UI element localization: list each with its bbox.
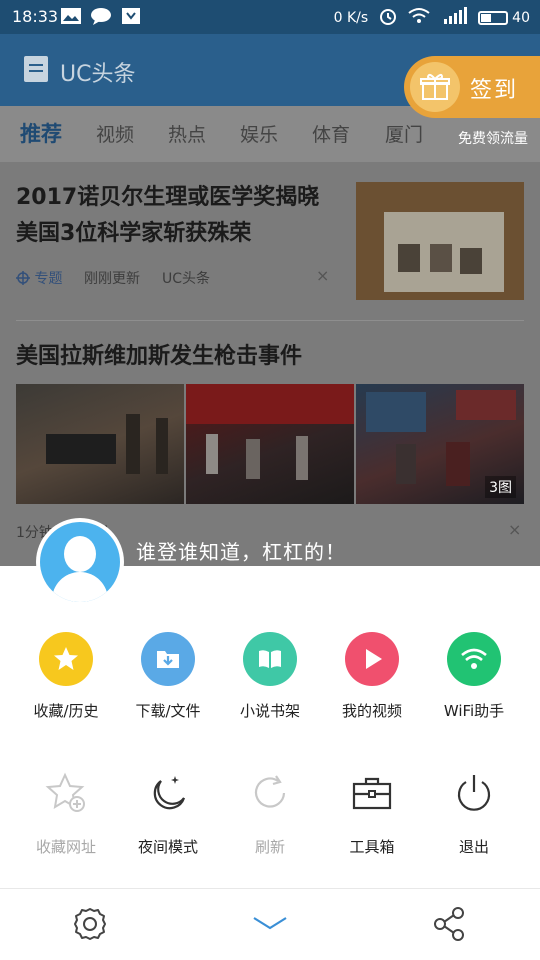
topic-tag-label: 专题 (34, 271, 63, 287)
feed-divider (16, 320, 524, 321)
toolbox-label: 工具箱 (349, 838, 395, 856)
article-thumbnail[interactable] (356, 182, 524, 300)
collapse-chevron-icon[interactable] (250, 904, 290, 944)
article-title[interactable]: 美国拉斯维加斯发生枪击事件 (16, 338, 302, 370)
refresh-label: 刷新 (254, 838, 285, 856)
wifi-assistant-label: WiFi助手 (443, 702, 505, 720)
uc-news-logo-icon (24, 56, 48, 82)
status-bar: 18:33 0 K/s 40 (0, 0, 540, 34)
tab-recommend[interactable]: 推荐 (20, 118, 62, 148)
power-icon (449, 768, 499, 818)
tab-entertainment[interactable]: 娱乐 (240, 120, 278, 147)
tab-xiamen[interactable]: 厦门 (385, 120, 423, 147)
free-data-link[interactable]: 免费领流量 (458, 128, 528, 148)
article-photo[interactable] (186, 384, 354, 504)
user-avatar[interactable] (36, 518, 124, 606)
photo-count-badge: 3图 (485, 476, 516, 498)
chat-bubble-icon (90, 7, 112, 25)
status-time: 18:33 (12, 7, 59, 26)
refresh-icon (245, 768, 295, 818)
favorites-history-label: 收藏/历史 (33, 702, 99, 720)
topic-tag[interactable]: 专题 (16, 268, 62, 288)
wifi-status-icon (408, 7, 430, 29)
news-feed: 2017诺贝尔生理或医学奖揭晓 美国3位科学家斩获殊荣 专题 刚刚更新 UC头条… (0, 162, 540, 566)
play-icon (345, 632, 399, 686)
network-speed: 0 K/s (333, 10, 369, 26)
novel-bookshelf-button[interactable]: 小说书架 (216, 632, 324, 721)
bookmark-url-button[interactable]: 收藏网址 (12, 768, 120, 857)
night-mode-button[interactable]: 夜间模式 (114, 768, 222, 857)
wifi-assistant-button[interactable]: WiFi助手 (420, 632, 528, 721)
share-icon[interactable] (430, 904, 470, 944)
download-folder-icon (141, 632, 195, 686)
toolbox-icon (347, 768, 397, 818)
image-notification-icon (60, 7, 82, 25)
tab-hot[interactable]: 热点 (168, 120, 206, 147)
article-source: UC头条 (162, 271, 211, 287)
book-icon (243, 632, 297, 686)
settings-gear-icon[interactable] (70, 904, 110, 944)
exit-button[interactable]: 退出 (420, 768, 528, 857)
downloads-files-button[interactable]: 下载/文件 (114, 632, 222, 721)
battery-indicator: 40 (478, 10, 530, 26)
wifi-icon (447, 632, 501, 686)
app-title: UC头条 (60, 62, 136, 87)
bookmark-url-label: 收藏网址 (35, 838, 96, 856)
article-photo[interactable]: 3图 (356, 384, 524, 504)
crosshair-icon (16, 271, 30, 285)
login-prompt[interactable]: 谁登谁知道，杠杠的！ (136, 536, 346, 565)
downloads-files-label: 下载/文件 (135, 702, 201, 720)
novel-bookshelf-label: 小说书架 (239, 702, 300, 720)
star-add-icon (41, 768, 91, 818)
battery-level: 40 (512, 10, 530, 26)
checkin-label: 签到 (470, 78, 519, 103)
dismiss-article-button[interactable]: × (508, 520, 521, 539)
alarm-icon (378, 6, 398, 30)
tab-video[interactable]: 视频 (96, 120, 134, 147)
checkin-button[interactable]: 签到 (404, 56, 540, 118)
my-videos-label: 我的视频 (341, 702, 402, 720)
bottom-bar-divider (0, 888, 540, 889)
star-icon (39, 632, 93, 686)
main-menu-sheet (0, 566, 540, 960)
favorites-history-button[interactable]: 收藏/历史 (12, 632, 120, 721)
battery-icon (478, 11, 509, 25)
my-videos-button[interactable]: 我的视频 (318, 632, 426, 721)
article-update-time: 刚刚更新 (84, 271, 140, 287)
gift-icon (410, 62, 460, 112)
download-notification-icon (120, 7, 142, 25)
night-mode-label: 夜间模式 (137, 838, 198, 856)
moon-icon (143, 768, 193, 818)
toolbox-button[interactable]: 工具箱 (318, 768, 426, 857)
dismiss-article-button[interactable]: × (316, 266, 329, 285)
exit-label: 退出 (458, 838, 489, 856)
signal-4g-icon (440, 7, 468, 29)
tab-sports[interactable]: 体育 (312, 120, 350, 147)
article-title[interactable]: 2017诺贝尔生理或医学奖揭晓 美国3位科学家斩获殊荣 (16, 180, 346, 252)
article-photo[interactable] (16, 384, 184, 504)
refresh-button[interactable]: 刷新 (216, 768, 324, 857)
